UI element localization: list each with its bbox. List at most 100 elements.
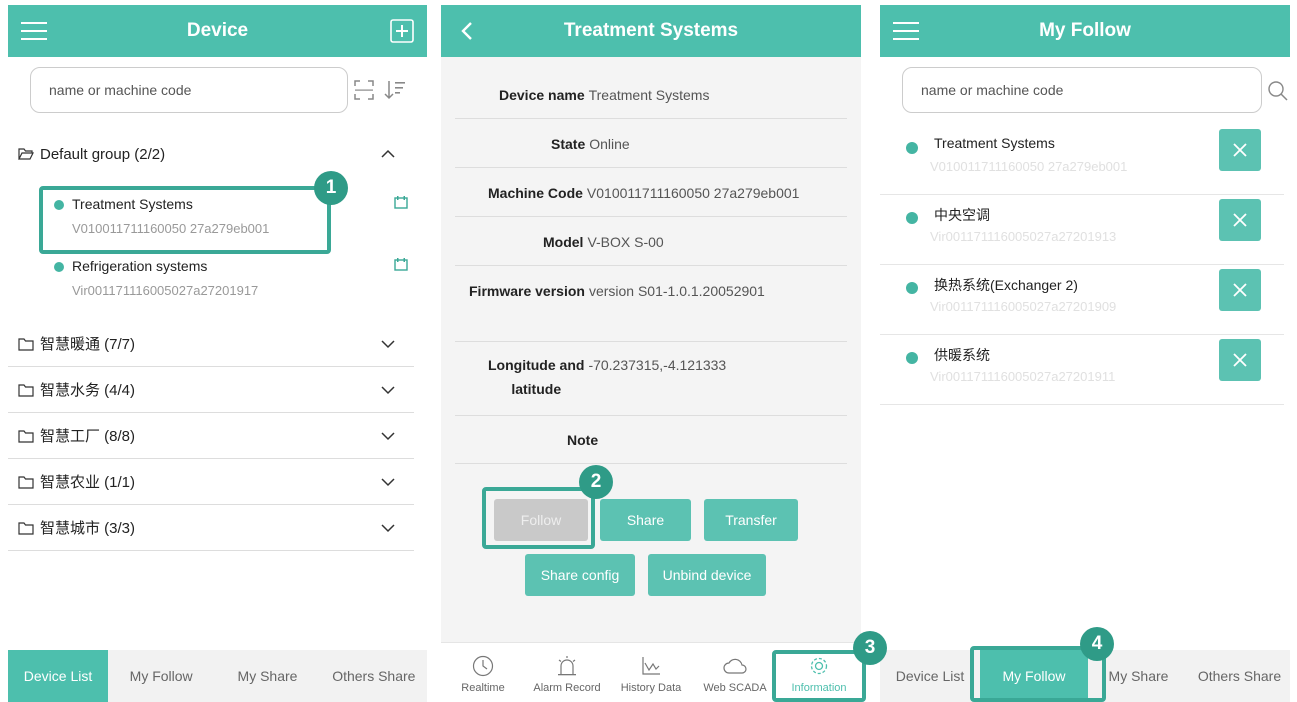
group-label: 智慧农业 (1/1) [40, 474, 136, 491]
search-input[interactable]: name or machine code [902, 67, 1262, 113]
tab-others-share[interactable]: Others Share [321, 650, 427, 702]
info-value: -70.237315,-4.121333 [588, 357, 727, 373]
sort-icon[interactable] [383, 78, 407, 102]
share-config-button[interactable]: Share config [525, 554, 635, 596]
follow-item[interactable]: 供暖系统 Vir001171116005027a27201911 [880, 335, 1284, 405]
online-dot [906, 282, 918, 294]
device-code: Vir001171116005027a27201909 [930, 299, 1117, 314]
info-value: V-BOX S-00 [587, 233, 664, 250]
group-label: 智慧城市 (3/3) [40, 520, 136, 537]
device-code: Vir001171116005027a27201913 [930, 229, 1117, 244]
group-row[interactable]: 智慧工厂 (8/8) [8, 413, 414, 459]
menu-icon[interactable] [892, 18, 920, 44]
back-arrow-icon[interactable] [455, 18, 483, 44]
device-code: Vir001171116005027a27201911 [930, 369, 1116, 384]
device-name: 供暖系统 [934, 347, 990, 363]
info-model: Model V-BOX S-00 [455, 218, 847, 266]
folder-icon [18, 429, 34, 443]
group-row[interactable]: 智慧暖通 (7/7) [8, 321, 414, 367]
nav-history-data[interactable]: History Data [609, 643, 693, 702]
follow-top-bar: My Follow [880, 5, 1290, 57]
unfollow-button[interactable] [1219, 269, 1261, 311]
page-title: Treatment Systems [563, 20, 739, 41]
search-input[interactable]: name or machine code [30, 67, 348, 113]
step-badge-3: 3 [853, 631, 887, 665]
folder-icon [18, 521, 34, 535]
cloud-icon [723, 658, 747, 674]
search-placeholder: name or machine code [921, 82, 1064, 98]
nav-realtime[interactable]: Realtime [441, 643, 525, 702]
follow-item[interactable]: Treatment Systems V010011711160050 27a27… [880, 125, 1284, 195]
chevron-down-icon[interactable] [380, 520, 396, 536]
calendar-icon[interactable] [394, 195, 408, 209]
search-icon[interactable] [1267, 80, 1289, 102]
scan-icon[interactable] [353, 79, 375, 101]
info-device-name: Device name Treatment Systems [455, 71, 847, 119]
follow-item[interactable]: 换热系统(Exchanger 2) Vir001171116005027a272… [880, 265, 1284, 335]
group-label: 智慧工厂 (8/8) [40, 428, 136, 445]
share-button[interactable]: Share [600, 499, 691, 541]
group-default[interactable]: Default group (2/2) [8, 131, 414, 177]
info-label: Note [567, 431, 599, 448]
online-dot [906, 142, 918, 154]
info-label: Model [543, 233, 584, 250]
chevron-down-icon[interactable] [380, 336, 396, 352]
chart-icon [642, 657, 660, 675]
unfollow-button[interactable] [1219, 129, 1261, 171]
info-label: Device name [499, 86, 585, 103]
info-firmware: Firmware version version S01-1.0.1.20052… [455, 267, 847, 342]
tab-others-share[interactable]: Others Share [1189, 650, 1290, 702]
chevron-up-icon[interactable] [380, 146, 396, 162]
tab-bar: Device List My Follow My Share Others Sh… [8, 650, 427, 702]
tab-my-share[interactable]: My Share [214, 650, 320, 702]
group-row[interactable]: 智慧水务 (4/4) [8, 367, 414, 413]
device-screen: Device name or machine code Default grou… [8, 5, 427, 702]
info-value: version S01-1.0.1.20052901 [588, 283, 765, 299]
group-label: Default group (2/2) [40, 145, 166, 163]
info-value: V010011711160050 27a279eb001 [586, 184, 800, 201]
follow-item[interactable]: 中央空调 Vir001171116005027a27201913 [880, 195, 1284, 265]
chevron-down-icon[interactable] [380, 382, 396, 398]
highlight-box-information-tab [772, 650, 866, 702]
folder-icon [18, 475, 34, 489]
tab-my-follow[interactable]: My Follow [108, 650, 214, 702]
nav-label: Realtime [461, 682, 505, 694]
unfollow-button[interactable] [1219, 339, 1261, 381]
highlight-box-follow-button [482, 487, 595, 549]
folder-icon [18, 337, 34, 351]
highlight-box-device-item [39, 186, 331, 254]
chevron-down-icon[interactable] [380, 474, 396, 490]
close-icon [1233, 353, 1247, 367]
online-dot [906, 212, 918, 224]
device-top-bar: Device [8, 5, 427, 57]
device-code: Vir001171116005027a27201917 [72, 283, 259, 298]
nav-alarm-record[interactable]: Alarm Record [525, 643, 609, 702]
device-item[interactable]: Refrigeration systems Vir001171116005027… [18, 247, 414, 307]
unfollow-button[interactable] [1219, 199, 1261, 241]
unbind-device-button[interactable]: Unbind device [648, 554, 766, 596]
info-label: Machine Code [488, 184, 583, 201]
calendar-icon[interactable] [394, 257, 408, 271]
transfer-button[interactable]: Transfer [704, 499, 798, 541]
add-device-icon[interactable] [389, 18, 415, 44]
my-follow-screen: My Follow name or machine code Treatment… [880, 5, 1290, 702]
close-icon [1233, 143, 1247, 157]
page-title: My Follow [1039, 20, 1131, 41]
device-name: Treatment Systems [934, 135, 1055, 151]
nav-web-scada[interactable]: Web SCADA [693, 643, 777, 702]
step-badge-4: 4 [1080, 627, 1114, 661]
tab-device-list[interactable]: Device List [8, 650, 108, 702]
group-row[interactable]: 智慧农业 (1/1) [8, 459, 414, 505]
info-state: State Online [455, 120, 847, 168]
tab-device-list[interactable]: Device List [880, 650, 980, 702]
info-label-line2: latitude [511, 381, 562, 397]
search-placeholder: name or machine code [49, 82, 192, 98]
nav-label: Web SCADA [703, 682, 767, 694]
info-machine-code: Machine Code V010011711160050 27a279eb00… [455, 169, 847, 217]
device-name: Refrigeration systems [72, 258, 208, 274]
group-row[interactable]: 智慧城市 (3/3) [8, 505, 414, 551]
page-title: Device [186, 20, 249, 41]
menu-icon[interactable] [20, 18, 48, 44]
chevron-down-icon[interactable] [380, 428, 396, 444]
info-value: Treatment Systems [588, 86, 710, 103]
